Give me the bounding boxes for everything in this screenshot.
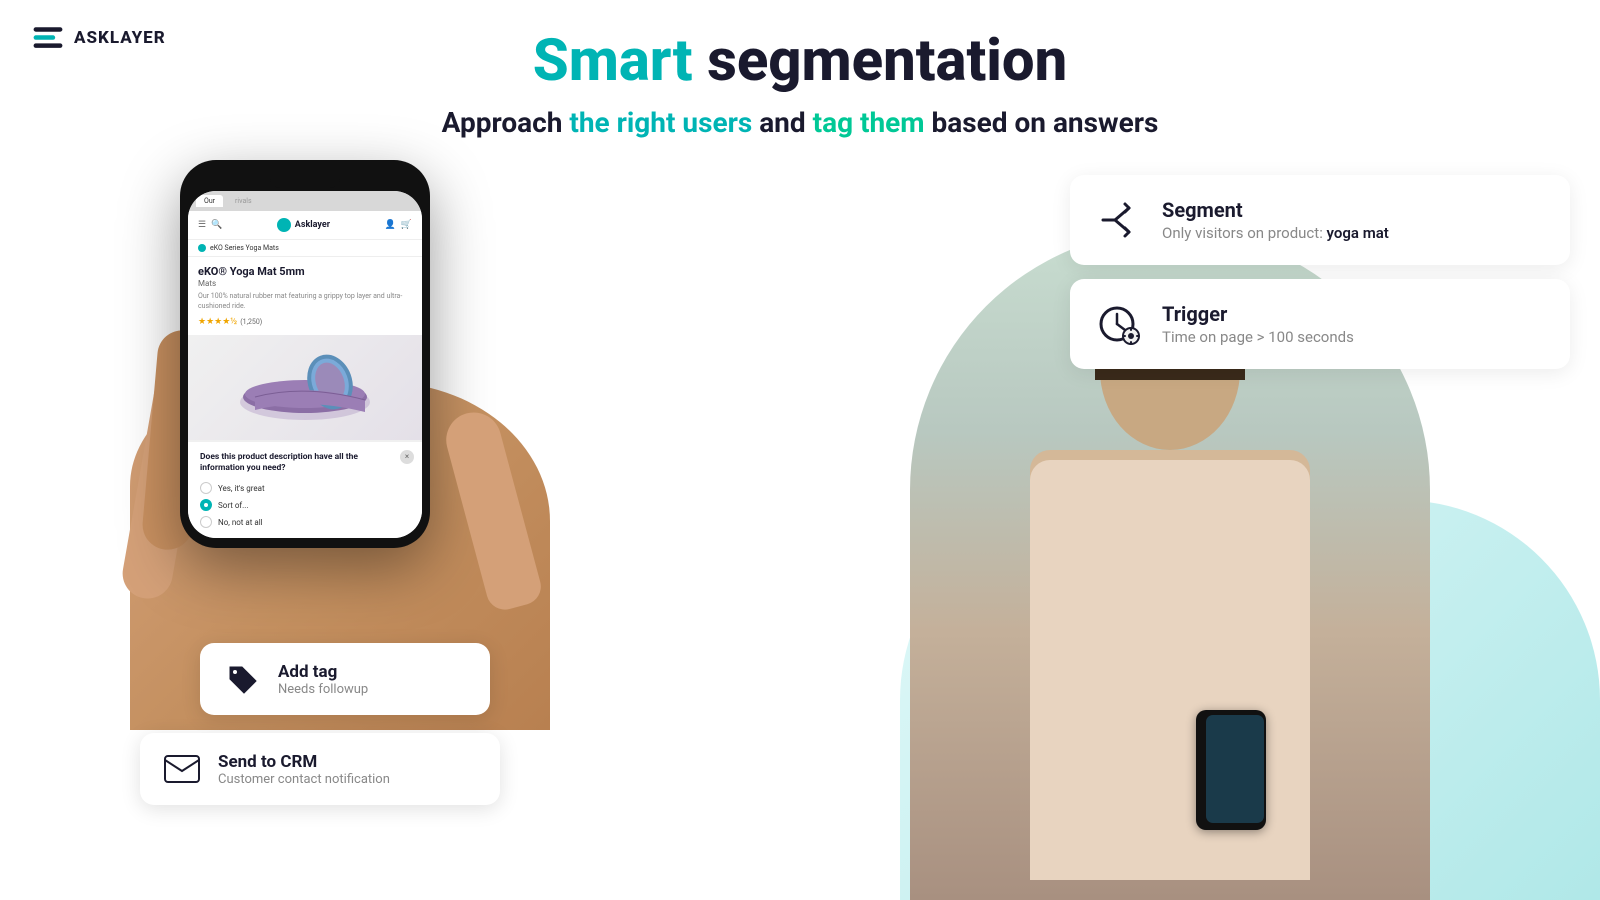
survey-option-2-label: Sort of... — [218, 501, 249, 510]
crm-label: Send to CRM — [218, 752, 390, 772]
trigger-card: Trigger Time on page > 100 seconds — [1070, 279, 1570, 369]
asklayer-logo-icon — [30, 20, 66, 56]
browser-bar: Our rivals — [188, 191, 422, 211]
active-tab: Our — [196, 195, 223, 207]
segment-desc-prefix: Only visitors on product: — [1162, 224, 1327, 242]
yoga-mat-svg — [235, 342, 375, 432]
crm-sublabel: Customer contact notification — [218, 772, 390, 787]
product-name: eKO® Yoga Mat 5mm — [198, 265, 412, 278]
survey-popup: × Does this product description have all… — [188, 440, 422, 539]
title-part2: segmentation — [707, 27, 1067, 95]
mail-icon — [160, 747, 204, 791]
survey-option-3[interactable]: No, not at all — [200, 516, 410, 528]
product-type: Mats — [198, 279, 412, 288]
product-image — [188, 335, 422, 440]
product-rating: ★★★★½ (1,250) — [198, 317, 412, 327]
product-info: eKO® Yoga Mat 5mm Mats Our 100% natural … — [188, 257, 422, 335]
survey-close-button[interactable]: × — [400, 450, 414, 464]
radio-filled-2 — [200, 499, 212, 511]
subtitle-part1: Approach — [442, 106, 570, 139]
survey-question: Does this product description have all t… — [200, 452, 410, 476]
add-tag-info: Add tag Needs followup — [278, 662, 368, 697]
trigger-description: Time on page > 100 seconds — [1162, 328, 1354, 346]
phone-breadcrumb: eKO Series Yoga Mats — [188, 240, 422, 257]
crm-info: Send to CRM Customer contact notificatio… — [218, 752, 390, 787]
subtitle-highlight2: tag them — [813, 106, 925, 139]
trigger-icon — [1094, 299, 1144, 349]
phone-logo: Asklayer — [277, 218, 330, 232]
logo-text: ASKLAYER — [74, 28, 166, 48]
segment-info: Segment Only visitors on product: yoga m… — [1162, 198, 1389, 242]
survey-option-1[interactable]: Yes, it's great — [200, 482, 410, 494]
survey-option-1-label: Yes, it's great — [218, 484, 265, 493]
subtitle-part3: based on answers — [925, 106, 1159, 139]
segment-desc-highlight: yoga mat — [1327, 224, 1389, 242]
segment-card: Segment Only visitors on product: yoga m… — [1070, 175, 1570, 265]
segment-icon — [1094, 195, 1144, 245]
title-part1: Smart — [533, 27, 707, 95]
segment-title: Segment — [1162, 198, 1389, 222]
phone-nav: ☰ 🔍 Asklayer 👤 🛒 — [188, 211, 422, 240]
tag-icon — [220, 657, 264, 701]
add-tag-card: Add tag Needs followup — [200, 643, 490, 715]
crm-card: Send to CRM Customer contact notificatio… — [140, 733, 500, 805]
trigger-info: Trigger Time on page > 100 seconds — [1162, 302, 1354, 346]
right-info-cards: Segment Only visitors on product: yoga m… — [1070, 175, 1570, 383]
add-tag-label: Add tag — [278, 662, 368, 682]
subtitle-highlight1: the right users — [569, 106, 752, 139]
subtitle-part2: and — [752, 106, 812, 139]
radio-empty-3 — [200, 516, 212, 528]
product-description: Our 100% natural rubber mat featuring a … — [198, 292, 412, 312]
inactive-tab: rivals — [227, 195, 260, 207]
trigger-title: Trigger — [1162, 302, 1354, 326]
survey-option-3-label: No, not at all — [218, 518, 263, 527]
main-title: Smart segmentation — [0, 30, 1600, 94]
phone-frame: Our rivals ☰ 🔍 Asklayer 👤 🛒 — [180, 160, 430, 548]
subtitle: Approach the right users and tag them ba… — [0, 106, 1600, 139]
page-header: Smart segmentation Approach the right us… — [0, 0, 1600, 139]
survey-option-2[interactable]: Sort of... — [200, 499, 410, 511]
segment-description: Only visitors on product: yoga mat — [1162, 224, 1389, 242]
logo: ASKLAYER — [30, 20, 166, 56]
radio-empty-1 — [200, 482, 212, 494]
add-tag-sublabel: Needs followup — [278, 682, 368, 697]
